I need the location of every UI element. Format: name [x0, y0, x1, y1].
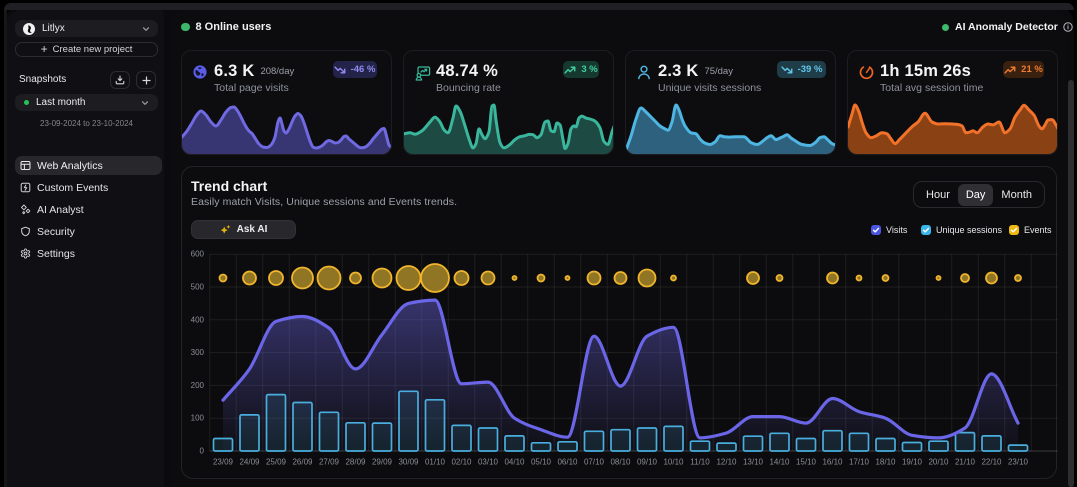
svg-text:06/10: 06/10 — [557, 458, 578, 467]
svg-text:30/09: 30/09 — [398, 458, 419, 467]
svg-text:22/10: 22/10 — [981, 458, 1002, 467]
svg-text:03/10: 03/10 — [478, 458, 499, 467]
svg-text:11/10: 11/10 — [690, 458, 710, 467]
svg-text:20/10: 20/10 — [928, 458, 949, 467]
svg-text:29/09: 29/09 — [372, 458, 393, 467]
svg-text:0: 0 — [200, 447, 205, 456]
svg-text:02/10: 02/10 — [451, 458, 472, 467]
svg-text:26/09: 26/09 — [292, 458, 313, 467]
svg-text:23/09: 23/09 — [213, 458, 234, 467]
svg-text:12/10: 12/10 — [716, 458, 737, 467]
svg-text:07/10: 07/10 — [584, 458, 605, 467]
svg-text:500: 500 — [191, 283, 205, 292]
svg-text:18/10: 18/10 — [875, 458, 896, 467]
svg-text:24/09: 24/09 — [239, 458, 260, 467]
svg-text:13/10: 13/10 — [743, 458, 764, 467]
svg-text:01/10: 01/10 — [425, 458, 446, 467]
svg-text:400: 400 — [191, 315, 205, 324]
svg-text:28/09: 28/09 — [345, 458, 366, 467]
svg-text:14/10: 14/10 — [769, 458, 790, 467]
svg-text:600: 600 — [191, 250, 205, 259]
svg-text:19/10: 19/10 — [902, 458, 923, 467]
svg-text:08/10: 08/10 — [610, 458, 631, 467]
svg-text:04/10: 04/10 — [504, 458, 525, 467]
svg-text:23/10: 23/10 — [1008, 458, 1029, 467]
svg-text:17/10: 17/10 — [849, 458, 870, 467]
svg-text:05/10: 05/10 — [531, 458, 552, 467]
svg-text:09/10: 09/10 — [637, 458, 658, 467]
svg-text:21/10: 21/10 — [955, 458, 976, 467]
svg-text:200: 200 — [191, 381, 205, 390]
svg-text:25/09: 25/09 — [266, 458, 287, 467]
svg-text:16/10: 16/10 — [822, 458, 843, 467]
svg-text:10/10: 10/10 — [663, 458, 684, 467]
svg-text:15/10: 15/10 — [796, 458, 817, 467]
svg-text:100: 100 — [191, 414, 205, 423]
svg-text:300: 300 — [191, 348, 205, 357]
svg-text:27/09: 27/09 — [319, 458, 340, 467]
